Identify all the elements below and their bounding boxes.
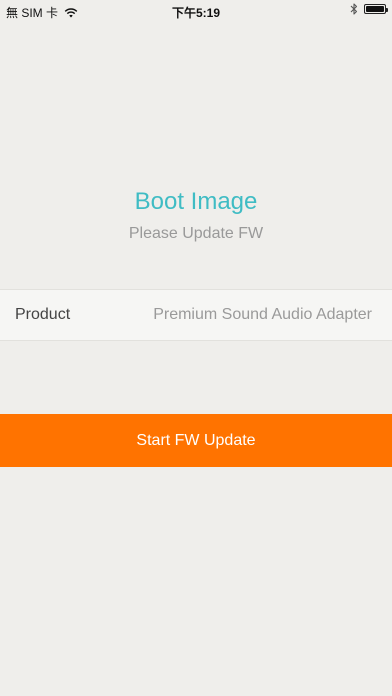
start-fw-update-button[interactable]: Start FW Update (0, 414, 392, 467)
product-value: Premium Sound Audio Adapter (153, 306, 372, 323)
status-time: 下午5:19 (171, 6, 221, 20)
bluetooth-icon (350, 3, 358, 15)
product-row: Product Premium Sound Audio Adapter (0, 289, 392, 341)
boot-subtitle: Please Update FW (128, 225, 264, 242)
product-label: Product (15, 306, 71, 323)
battery-fill (366, 6, 384, 12)
boot-title: Boot Image (134, 188, 258, 215)
battery-icon (364, 4, 388, 14)
status-right (350, 3, 388, 15)
status-bar: 無 SIM 卡 下午5:19 (0, 0, 392, 22)
